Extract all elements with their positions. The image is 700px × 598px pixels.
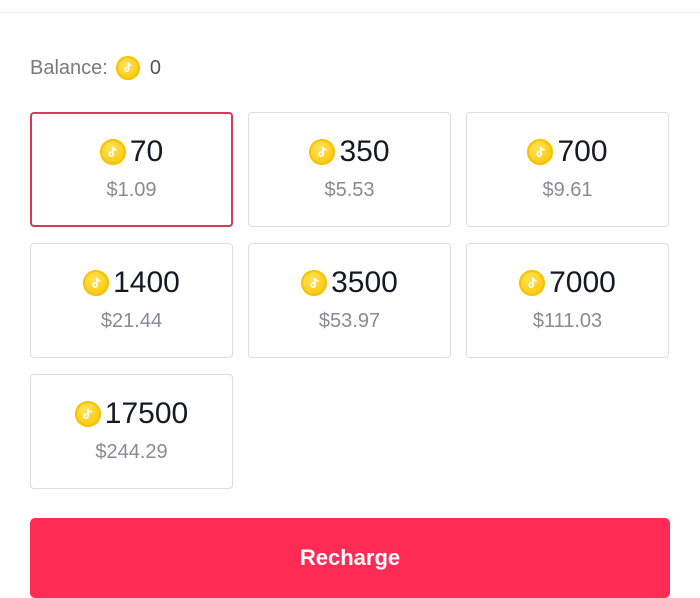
- coin-amount: 700: [557, 135, 608, 168]
- coin-amount: 17500: [104, 397, 189, 430]
- package-price: $53.97: [318, 310, 381, 332]
- package-price: $1.09: [106, 179, 157, 201]
- coin-amount-row: 3500: [301, 268, 398, 298]
- recharge-button[interactable]: Recharge: [30, 518, 670, 598]
- balance-label: Balance:: [30, 56, 108, 79]
- package-price: $21.44: [100, 310, 163, 332]
- coin-amount: 1400: [113, 266, 180, 299]
- coin-package-card[interactable]: 1400 $21.44: [30, 243, 233, 358]
- coin-icon: [83, 270, 110, 296]
- coin-icon: [74, 401, 101, 427]
- coin-package-card[interactable]: 17500 $244.29: [30, 374, 233, 489]
- coin-icon: [309, 139, 336, 165]
- coin-amount-row: 7000: [519, 268, 616, 298]
- package-price: $9.61: [542, 179, 593, 201]
- top-divider: [0, 12, 700, 13]
- coin-package-card[interactable]: 70 $1.09: [30, 112, 233, 227]
- coin-icon: [115, 56, 140, 80]
- coin-amount-row: 700: [527, 135, 608, 168]
- coin-amount-row: 350: [309, 135, 390, 168]
- coin-package-grid: 70 $1.09 350 $5.53 700 $9.61 1400 $21.44: [30, 112, 670, 489]
- coin-icon: [99, 139, 126, 165]
- coin-amount: 350: [339, 135, 390, 168]
- package-price: $111.03: [532, 310, 603, 332]
- coin-package-card[interactable]: 700 $9.61: [466, 112, 669, 227]
- coin-icon: [519, 270, 546, 296]
- coin-amount-row: 70: [99, 135, 164, 168]
- coin-icon: [301, 270, 328, 296]
- coin-amount: 7000: [549, 266, 616, 299]
- coin-amount-row: 17500: [74, 397, 189, 430]
- coin-amount: 3500: [331, 266, 398, 299]
- coin-package-card[interactable]: 350 $5.53: [248, 112, 451, 227]
- package-price: $5.53: [324, 179, 375, 201]
- coin-amount-row: 1400: [83, 268, 180, 298]
- package-price: $244.29: [95, 441, 168, 463]
- balance-row: Balance: 0: [30, 54, 161, 82]
- coin-amount: 70: [129, 135, 164, 168]
- balance-value: 0: [149, 56, 161, 79]
- coin-package-card[interactable]: 7000 $111.03: [466, 243, 669, 358]
- coin-package-card[interactable]: 3500 $53.97: [248, 243, 451, 358]
- coin-icon: [527, 139, 554, 165]
